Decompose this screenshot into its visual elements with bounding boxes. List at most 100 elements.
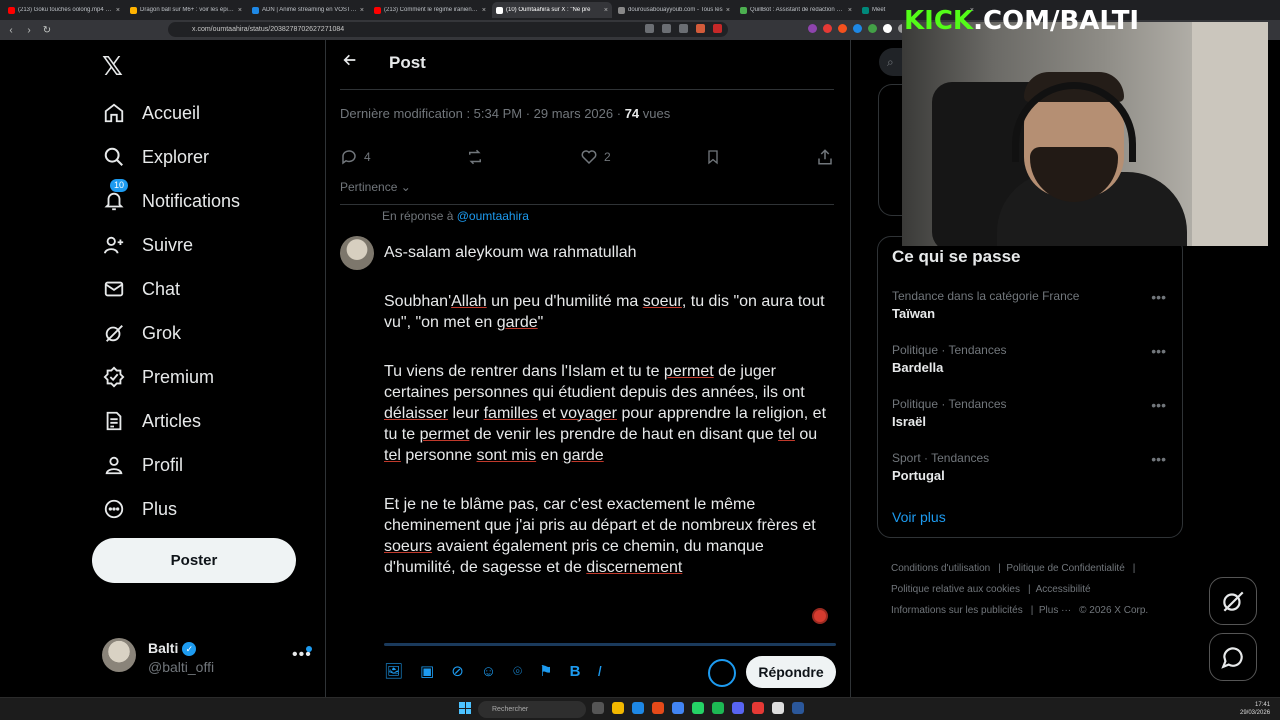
trend-item[interactable]: Sport · Tendances Portugal ••• [892,451,1172,483]
nav-premium[interactable]: Premium [102,365,214,389]
kick-logo: KICK [904,6,974,36]
close-icon[interactable]: × [360,7,364,14]
grok-icon [1223,591,1244,612]
trend-item[interactable]: Politique · Tendances Israël ••• [892,397,1172,429]
kick-channel-banner: KICK.COM/BALTI [904,6,1139,36]
account-switcher[interactable]: Balti ✓ @balti_offi ••• [102,638,312,678]
share-action[interactable] [816,148,834,166]
close-icon[interactable]: × [726,7,730,14]
reload-icon[interactable]: ↻ [40,23,54,37]
see-more-link[interactable]: Voir plus [892,509,946,525]
reply-to-handle[interactable]: @oumtaahira [457,209,529,223]
browser-tab[interactable]: (10) Oumtaahira sur X : "Ne pre × [492,2,612,18]
emoji-icon[interactable]: ☺ [481,663,496,680]
trend-name: Bardella [892,360,944,375]
nav-articles[interactable]: Articles [102,409,201,433]
reply-action[interactable]: 4 [340,148,371,166]
footer-link[interactable]: Informations sur les publicités [891,605,1023,616]
search-input[interactable]: ⌕ [879,48,903,76]
more-icon[interactable]: ••• [1151,343,1166,359]
location-icon[interactable]: ⌾ [513,663,522,680]
browser-tab[interactable]: (213) Comment le régime iranien réc × [370,2,490,18]
nav-label: Premium [142,366,215,387]
post-meta: Dernière modification : 5:34 PM · 29 mar… [340,106,670,121]
more-icon[interactable]: ••• [1151,289,1166,305]
more-icon[interactable]: ••• [1151,397,1166,413]
premium-icon [102,365,126,389]
trend-category: Politique · Tendances [892,343,1007,357]
close-icon[interactable]: × [238,7,242,14]
heart-icon [581,150,597,165]
footer-link[interactable]: Plus ··· [1039,605,1071,616]
browser-tab[interactable]: ADN | Anime streaming en VOSTFR × [248,2,368,18]
editor-scroll-indicator [384,643,836,646]
nav-notifications[interactable]: 10 Notifications [102,179,240,213]
sort-dropdown[interactable]: Pertinence ⌄ [340,180,411,194]
tab-title: dourousabouayyoub.com - Tous les [628,7,723,13]
nav-profile[interactable]: Profil [102,453,183,477]
trend-item[interactable]: Tendance dans la catégorie France Taïwan •… [892,289,1172,321]
nav-follow[interactable]: Suivre [102,233,193,257]
clock[interactable]: 17:41 29/03/2026 [1240,701,1270,717]
paragraph: Soubhan'Allah un peu d'humilité ma soeur… [384,293,825,331]
nav-chat[interactable]: Chat [102,277,180,301]
trend-item[interactable]: Politique · Tendances Bardella ••• [892,343,1172,375]
footer-link[interactable]: Politique de Confidentialité [1006,563,1124,574]
nav-home[interactable]: Accueil [102,101,200,125]
taskbar-search[interactable]: Rechercher [478,701,586,718]
more-icon[interactable]: ••• [1151,451,1166,467]
close-icon[interactable]: × [604,7,608,14]
grok-icon[interactable]: ⊘ [451,662,464,680]
grok-floating-button[interactable] [1209,577,1257,625]
gif-icon[interactable]: ▣ [420,662,434,680]
mail-icon [102,277,126,301]
nav-explore[interactable]: Explorer [102,145,209,169]
post-button[interactable]: Poster [92,538,296,583]
grammar-checker-icon[interactable] [812,608,828,624]
like-action[interactable]: 2 [580,148,611,166]
bell-icon: 10 [102,179,129,213]
grok-icon [102,321,126,345]
forward-nav-icon[interactable]: › [22,23,36,37]
bold-icon[interactable]: B [570,663,581,680]
close-icon[interactable]: × [116,7,120,14]
premium-box [878,84,902,216]
close-icon[interactable]: × [482,7,486,14]
notification-badge: 10 [110,179,129,192]
repost-action[interactable] [465,148,485,166]
kick-url: .COM/BALTI [973,6,1140,36]
browser-tab[interactable]: dourousabouayyoub.com - Tous les × [614,2,734,18]
footer-link[interactable]: Conditions d'utilisation [891,563,990,574]
flag-icon[interactable]: ⚑ [539,662,552,680]
back-arrow-icon[interactable] [342,52,358,73]
back-nav-icon[interactable]: ‹ [4,23,18,37]
browser-tab[interactable]: (213) Goku touches oolong.mp4 - Yo × [4,2,124,18]
favicon-icon [618,6,625,14]
home-icon [102,101,126,125]
trend-name: Taïwan [892,306,936,321]
address-bar[interactable]: x.com/oumtaahira/status/2038278702627271… [168,22,728,37]
page-title: Post [389,53,426,72]
image-icon[interactable]: 🖼 [384,662,403,680]
x-logo[interactable]: 𝕏 [102,52,123,82]
browser-tab[interactable]: QuillBot : Assistant de rédaction et c × [736,2,856,18]
unread-dot [306,646,312,652]
favicon-icon [252,6,259,14]
footer-link[interactable]: Accessibilité [1036,584,1091,595]
reply-button[interactable]: Répondre [746,656,836,688]
footer-link[interactable]: Politique relative aux cookies [891,584,1020,595]
italic-icon[interactable]: I [597,663,601,680]
windows-start-icon[interactable] [459,702,471,714]
reply-context: En réponse à @oumtaahira [382,209,529,223]
trend-category: Sport · Tendances [892,451,990,465]
close-icon[interactable]: × [848,7,852,14]
bookmark-action[interactable] [705,148,721,166]
trend-category: Politique · Tendances [892,397,1007,411]
clock-date: 29/03/2026 [1240,710,1271,716]
reply-editor[interactable]: As-salam aleykoum wa rahmatullah Soubhan… [384,242,836,606]
browser-tab[interactable]: Dragon ball sur M6+ : voir les épisod × [126,2,246,18]
nav-label: Explorer [142,146,210,167]
nav-more[interactable]: Plus [102,497,177,521]
messages-floating-button[interactable] [1209,633,1257,681]
nav-grok[interactable]: Grok [102,321,181,345]
